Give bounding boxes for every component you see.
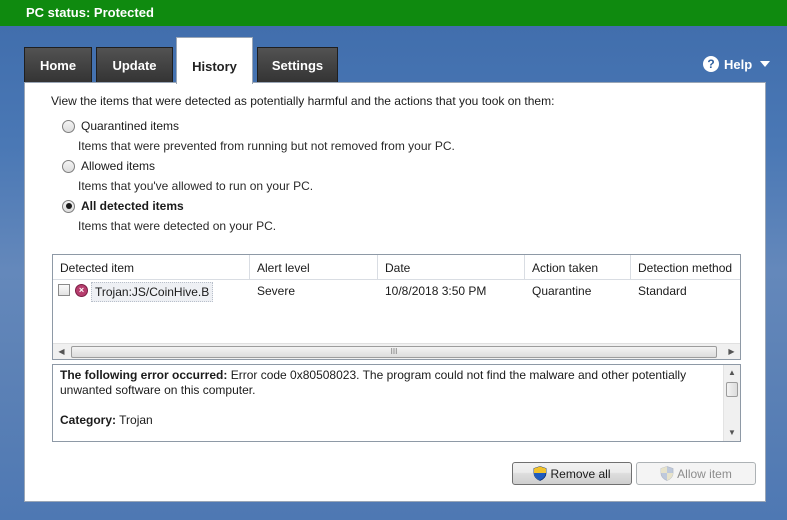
list-header: Detected item Alert level Date Action ta… bbox=[53, 255, 740, 280]
radio-label: Allowed items bbox=[81, 159, 156, 173]
table-row[interactable]: × Trojan:JS/CoinHive.B Severe 10/8/2018 … bbox=[53, 280, 740, 302]
column-action-taken[interactable]: Action taken bbox=[525, 255, 631, 280]
history-panel: View the items that were detected as pot… bbox=[24, 82, 766, 502]
scroll-right-icon[interactable]: ▶ bbox=[723, 344, 740, 360]
column-detection-method[interactable]: Detection method bbox=[631, 255, 740, 280]
scrollbar-thumb[interactable] bbox=[726, 382, 738, 397]
alert-level-value: Severe bbox=[257, 284, 296, 298]
help-icon: ? bbox=[703, 56, 719, 72]
category-line: Category: Trojan bbox=[60, 413, 710, 428]
tab-history[interactable]: History bbox=[176, 37, 253, 84]
status-label: PC status: bbox=[26, 5, 91, 20]
scroll-left-icon[interactable]: ◀ bbox=[53, 344, 70, 360]
category-value: Trojan bbox=[116, 413, 153, 427]
radio-all-detected[interactable]: All detected items bbox=[62, 199, 184, 213]
chevron-down-icon bbox=[760, 61, 771, 67]
help-menu[interactable]: ? Help bbox=[703, 56, 771, 72]
remove-all-button[interactable]: Remove all bbox=[512, 462, 632, 485]
uac-shield-icon bbox=[534, 466, 547, 481]
allow-item-label: Allow item bbox=[677, 466, 732, 481]
threat-icon: × bbox=[75, 284, 88, 297]
column-alert-level[interactable]: Alert level bbox=[250, 255, 378, 280]
error-message: The following error occurred: Error code… bbox=[60, 368, 710, 398]
radio-label: Quarantined items bbox=[81, 119, 180, 133]
quarantined-description: Items that were prevented from running b… bbox=[78, 139, 455, 153]
title-bar: PC status: Protected bbox=[0, 0, 787, 26]
radio-button[interactable] bbox=[62, 119, 75, 133]
radio-quarantined[interactable]: Quarantined items bbox=[62, 119, 179, 133]
remove-all-label: Remove all bbox=[550, 466, 611, 481]
radio-button[interactable] bbox=[62, 159, 75, 173]
row-checkbox[interactable] bbox=[58, 284, 70, 296]
status-value: Protected bbox=[93, 5, 154, 20]
column-date[interactable]: Date bbox=[378, 255, 525, 280]
horizontal-scrollbar[interactable]: ◀ III ▶ bbox=[53, 343, 740, 359]
category-label: Category: bbox=[60, 413, 117, 427]
intro-text: View the items that were detected as pot… bbox=[51, 94, 555, 108]
action-value: Quarantine bbox=[532, 284, 592, 298]
scrollbar-thumb[interactable]: III bbox=[71, 346, 717, 358]
vertical-scrollbar[interactable]: ▲ ▼ bbox=[723, 365, 740, 441]
all-detected-description: Items that were detected on your PC. bbox=[78, 219, 277, 233]
tab-settings[interactable]: Settings bbox=[257, 47, 338, 83]
radio-label: All detected items bbox=[81, 199, 184, 213]
allowed-description: Items that you've allowed to run on your… bbox=[78, 179, 314, 193]
detected-item-name: Trojan:JS/CoinHive.B bbox=[91, 282, 214, 302]
column-detected-item[interactable]: Detected item bbox=[53, 255, 250, 280]
scroll-up-icon[interactable]: ▲ bbox=[724, 365, 740, 381]
details-pane: The following error occurred: Error code… bbox=[52, 364, 741, 442]
date-value: 10/8/2018 3:50 PM bbox=[385, 284, 487, 298]
method-value: Standard bbox=[638, 284, 687, 298]
radio-allowed[interactable]: Allowed items bbox=[62, 159, 155, 173]
allow-item-button[interactable]: Allow item bbox=[636, 462, 756, 485]
help-label: Help bbox=[724, 56, 753, 72]
detected-items-list[interactable]: Detected item Alert level Date Action ta… bbox=[52, 254, 741, 360]
error-label: The following error occurred: bbox=[60, 368, 228, 382]
tab-update[interactable]: Update bbox=[96, 47, 173, 83]
scroll-down-icon[interactable]: ▼ bbox=[724, 425, 740, 441]
radio-button-selected[interactable] bbox=[62, 199, 75, 213]
tab-home[interactable]: Home bbox=[24, 47, 92, 83]
uac-shield-icon bbox=[660, 466, 674, 481]
